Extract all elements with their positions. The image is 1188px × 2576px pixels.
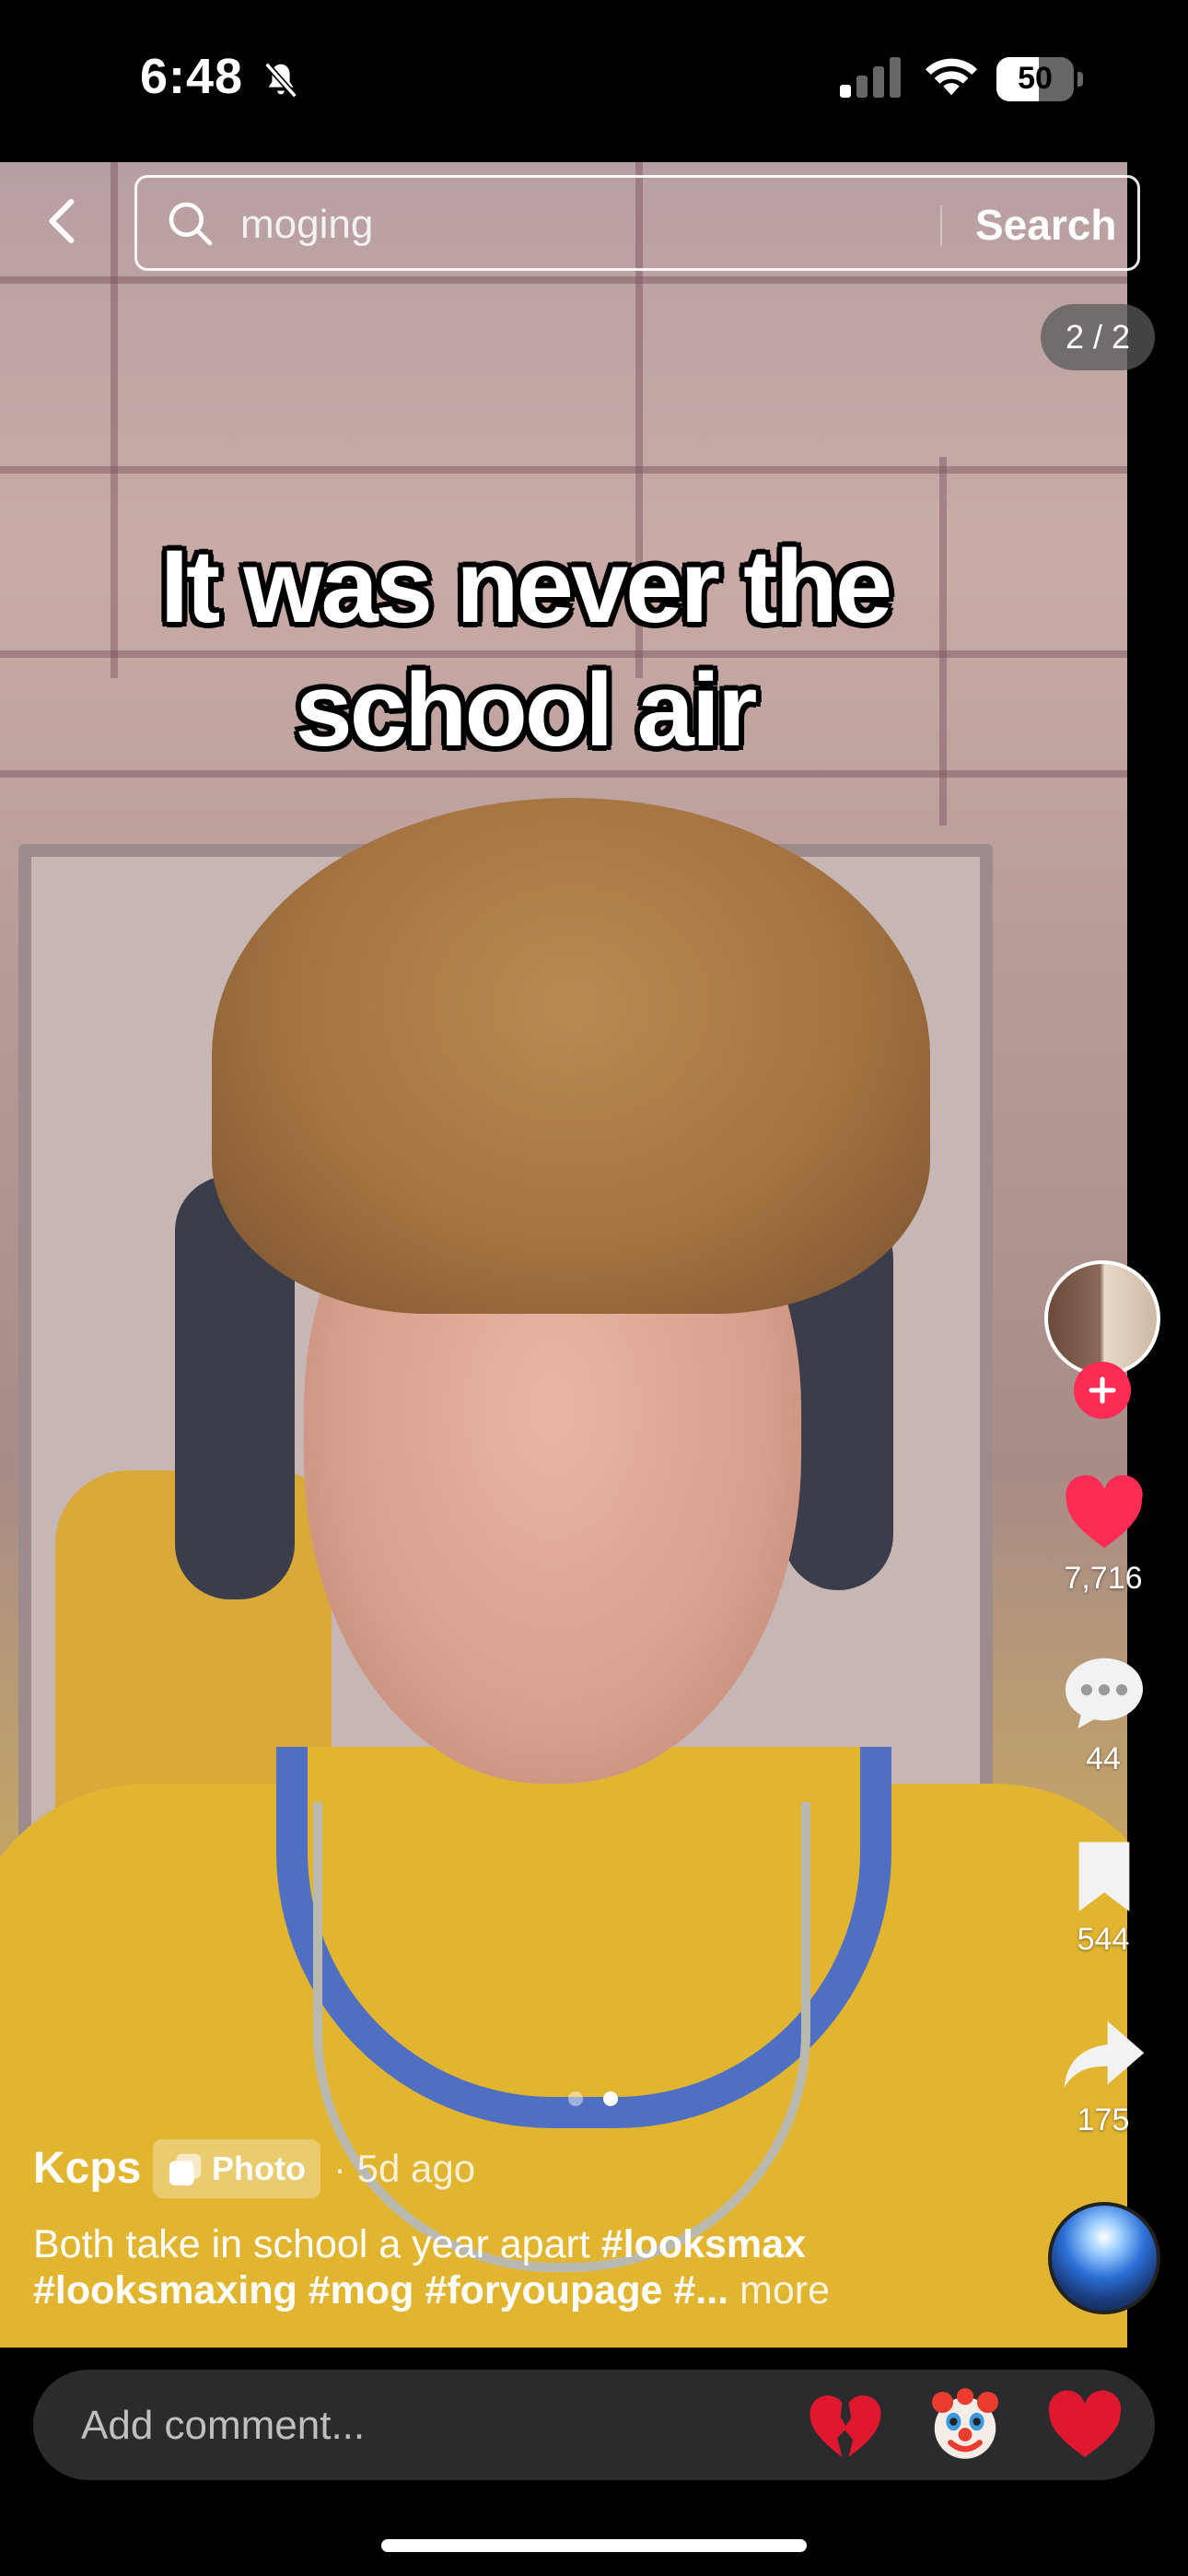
music-disc[interactable] xyxy=(1048,2202,1160,2314)
share-count: 175 xyxy=(1077,2102,1130,2137)
home-indicator[interactable] xyxy=(381,2539,807,2552)
bookmark-icon[interactable] xyxy=(1070,1839,1138,1914)
more-button[interactable]: more xyxy=(740,2268,830,2313)
post-description-line-2: #looksmaxing #mog #foryoupage #... more xyxy=(33,2268,830,2313)
heart-icon[interactable] xyxy=(1063,1474,1146,1550)
photo-stack-icon xyxy=(169,2153,202,2186)
photo-counter: 2 / 2 xyxy=(1041,304,1155,370)
status-bar: 6:48 50 xyxy=(0,0,1188,162)
search-divider xyxy=(940,205,942,246)
cellular-icon xyxy=(840,57,901,98)
status-time: 6:48 xyxy=(140,49,244,104)
plus-icon xyxy=(1089,1376,1116,1404)
necklace xyxy=(313,1802,810,2272)
comment-icon[interactable] xyxy=(1061,1655,1147,1732)
hashtags[interactable]: #looksmaxing #mog #foryoupage #... xyxy=(33,2268,740,2313)
share-icon[interactable] xyxy=(1061,2016,1147,2093)
avatar[interactable] xyxy=(1044,1260,1160,1376)
search-button[interactable]: Search xyxy=(975,200,1116,250)
search-bar[interactable]: moging Search xyxy=(134,175,1140,271)
overlay-caption-line-2: school air xyxy=(295,652,757,767)
comment-count: 44 xyxy=(1086,1741,1121,1776)
search-icon xyxy=(169,202,213,246)
photo-badge-label: Photo xyxy=(212,2149,306,2187)
post-photo[interactable]: It was never the school air xyxy=(0,162,1127,2348)
battery-level: 50 xyxy=(1018,61,1053,96)
post-description-line-1: Both take in school a year apart #looksm… xyxy=(33,2222,806,2267)
follow-button[interactable] xyxy=(1074,1362,1131,1419)
username[interactable]: Kcps xyxy=(33,2143,141,2194)
broken-heart-emoji[interactable] xyxy=(807,2386,884,2464)
hair xyxy=(212,798,930,1314)
post-time: · 5d ago xyxy=(333,2147,476,2190)
carousel-dot-1[interactable] xyxy=(568,2091,583,2106)
wifi-icon xyxy=(925,58,978,96)
hashtag[interactable]: #looksmax xyxy=(601,2222,806,2266)
photo-badge: Photo xyxy=(153,2139,320,2198)
back-icon[interactable] xyxy=(37,195,88,247)
search-input[interactable]: moging xyxy=(240,202,373,248)
battery-icon: 50 xyxy=(996,57,1085,101)
red-heart-emoji[interactable] xyxy=(1046,2386,1124,2464)
bell-slash-icon xyxy=(264,62,297,99)
comment-placeholder: Add comment... xyxy=(81,2403,366,2448)
like-count: 7,716 xyxy=(1064,1561,1143,1596)
save-count: 544 xyxy=(1077,1922,1130,1957)
description-text: Both take in school a year apart xyxy=(33,2222,601,2266)
carousel-dot-2[interactable] xyxy=(603,2091,618,2106)
overlay-caption-line-1: It was never the xyxy=(159,529,892,644)
clown-emoji[interactable] xyxy=(926,2386,1004,2464)
comment-input[interactable]: Add comment... xyxy=(33,2370,1155,2480)
